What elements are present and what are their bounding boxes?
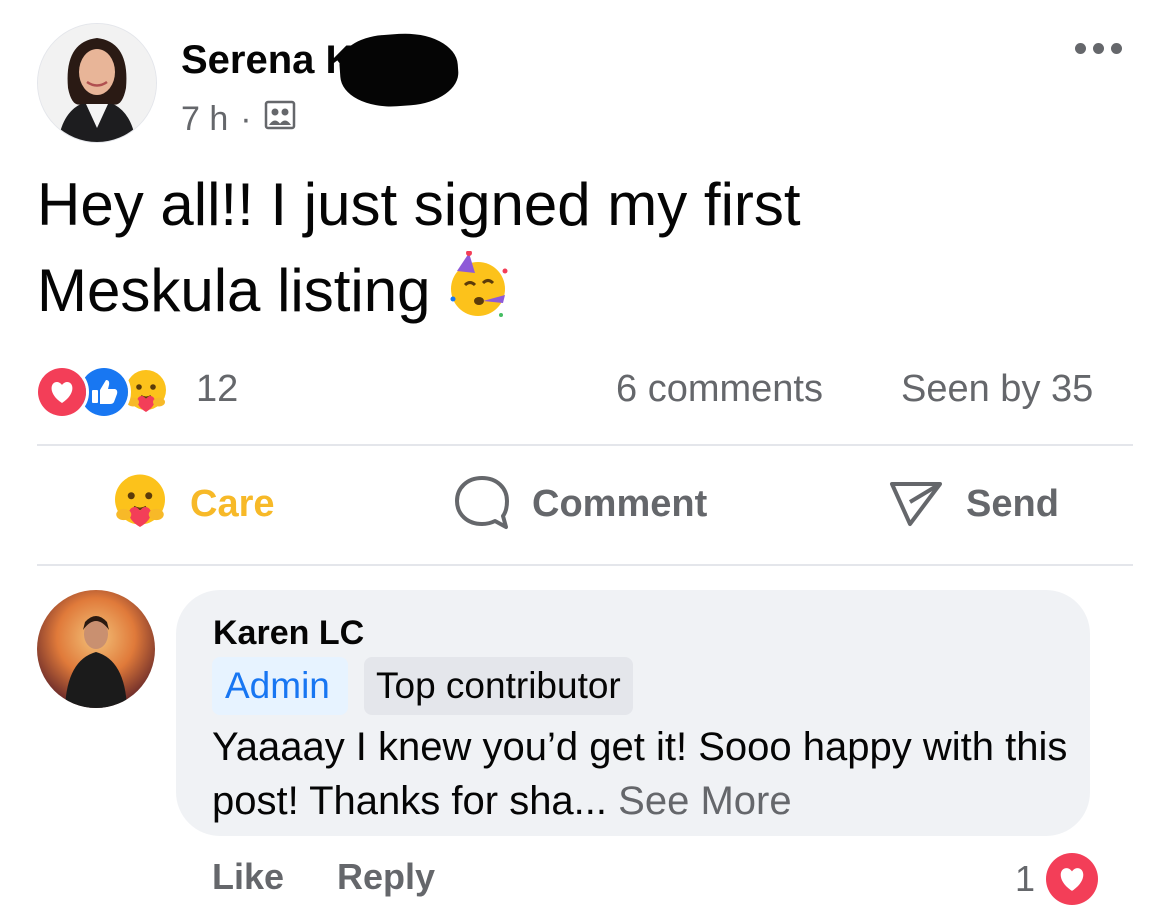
reaction-count[interactable]: 12 — [196, 368, 238, 411]
post-time[interactable]: 7 h — [181, 100, 228, 139]
seen-by-link[interactable]: Seen by 35 — [901, 368, 1093, 411]
dot — [1075, 43, 1086, 54]
author-name[interactable]: Serena K — [181, 38, 354, 83]
post-text: Hey all!! I just signed my first Meskula… — [37, 162, 1037, 334]
comment-button[interactable]: Comment — [452, 472, 707, 537]
see-more-link[interactable]: See More — [618, 779, 791, 823]
love-reaction-icon — [1046, 853, 1098, 910]
send-label: Send — [966, 483, 1059, 525]
care-button[interactable]: Care — [110, 472, 275, 537]
meta-separator: · — [240, 100, 252, 138]
comments-count-link[interactable]: 6 comments — [616, 368, 823, 411]
post-text-line2: Meskula listing — [37, 257, 431, 324]
dot — [1111, 43, 1122, 54]
post-text-line1: Hey all!! I just signed my first — [37, 171, 801, 238]
comment-icon — [452, 472, 512, 537]
redaction-mark — [337, 29, 461, 111]
divider — [37, 564, 1133, 566]
commenter-name[interactable]: Karen LC — [213, 614, 364, 653]
reaction-summary[interactable] — [35, 365, 173, 419]
commenter-avatar[interactable] — [37, 590, 155, 708]
admin-badge: Admin — [212, 657, 348, 715]
care-label: Care — [190, 483, 275, 525]
comment-reply-button[interactable]: Reply — [337, 856, 435, 898]
dot — [1093, 43, 1104, 54]
group-icon — [264, 100, 296, 139]
top-contributor-badge: Top contributor — [364, 657, 633, 715]
send-button[interactable]: Send — [886, 472, 1059, 537]
more-options-button[interactable] — [1075, 43, 1122, 54]
care-reaction-icon — [110, 472, 170, 537]
love-reaction-icon — [35, 365, 89, 419]
partying-face-emoji-icon — [443, 250, 513, 321]
author-avatar[interactable] — [37, 23, 157, 143]
divider — [37, 444, 1133, 446]
comment-like-button[interactable]: Like — [212, 856, 284, 898]
post-meta: 7 h · — [181, 100, 296, 139]
post-text-line2-wrap: Meskula listing — [37, 248, 1037, 334]
comment-reaction-count[interactable]: 1 — [1015, 858, 1035, 900]
comment-label: Comment — [532, 483, 708, 525]
send-icon — [886, 472, 946, 537]
comment-text: Yaaaay I knew you’d get it! Sooo happy w… — [212, 720, 1072, 828]
